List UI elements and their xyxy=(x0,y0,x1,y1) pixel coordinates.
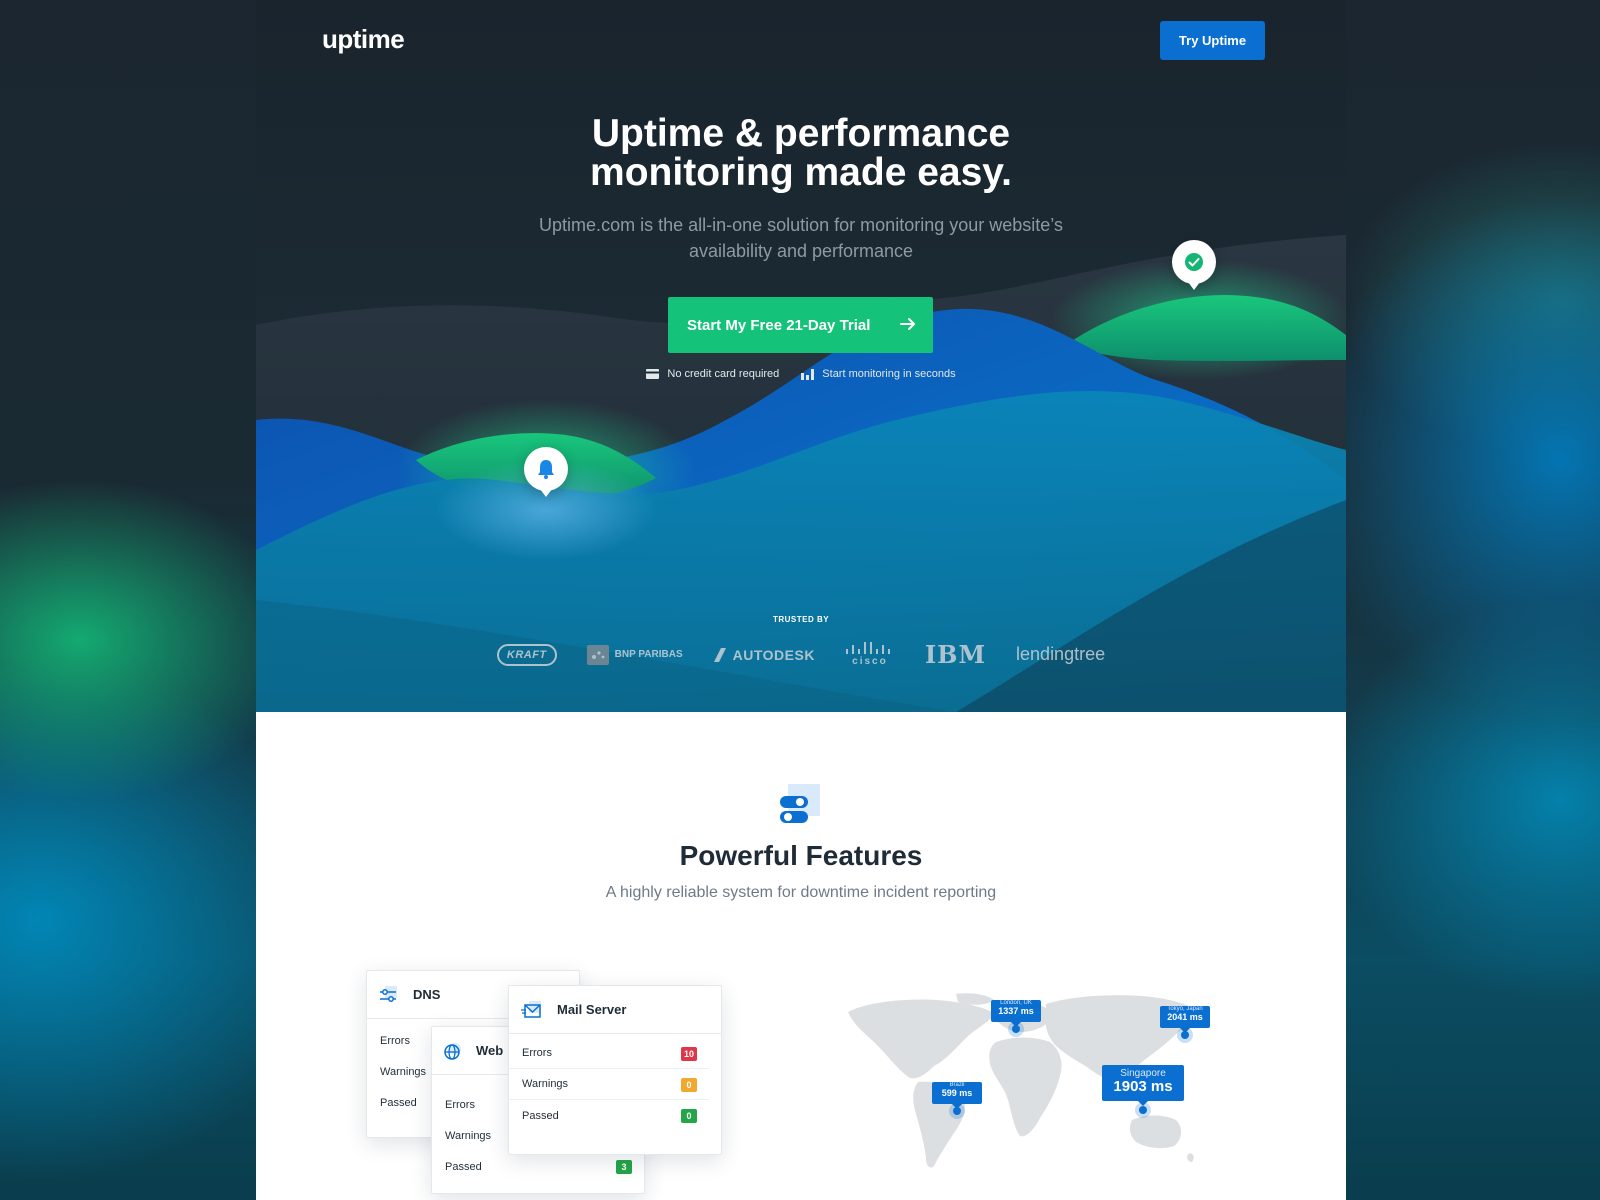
credit-card-icon xyxy=(646,369,660,379)
mail-row-passed: Passed 0 xyxy=(509,1100,709,1131)
features-subtitle: A highly reliable system for downtime in… xyxy=(605,884,997,901)
mail-row-errors-label: Errors xyxy=(522,1047,552,1059)
hero-waves-illustration xyxy=(256,235,1346,712)
hero-perks: No credit card required Start monitoring… xyxy=(256,368,1346,380)
bar-chart-icon xyxy=(801,368,815,380)
perk-label: No credit card required xyxy=(667,368,780,380)
location-dot-london xyxy=(1012,1025,1020,1033)
mail-row-passed-label: Passed xyxy=(522,1109,559,1122)
check-circle-icon xyxy=(1185,253,1203,271)
hero-headline: Uptime & performance monitoring made eas… xyxy=(256,114,1346,192)
web-passed-badge: 3 xyxy=(616,1160,632,1174)
subheadline-line-1: Uptime.com is the all-in-one solution fo… xyxy=(539,215,1063,235)
location-singapore[interactable]: Singapore 1903 ms xyxy=(1102,1065,1184,1106)
globe-icon xyxy=(444,1042,461,1060)
location-dot-tokyo xyxy=(1181,1031,1189,1039)
mail-card-title: Mail Server xyxy=(557,1002,627,1017)
kraft-logo: KRAFT xyxy=(496,643,557,666)
bell-icon xyxy=(538,460,554,479)
location-dot-brazil xyxy=(953,1107,961,1115)
mail-row-warnings-label: Warnings xyxy=(522,1078,569,1090)
start-trial-button[interactable]: Start My Free 21-Day Trial xyxy=(668,297,933,353)
landing-page: uptime Try Uptime Uptime & performance m… xyxy=(256,0,1346,1200)
lendingtree-logo: lendingtree xyxy=(1016,644,1106,664)
mail-server-card: Mail Server Errors 10 Warnings 0 Passed … xyxy=(508,985,722,1155)
web-row-passed: Passed 3 xyxy=(432,1151,644,1182)
sliders-icon xyxy=(380,985,397,1002)
perk-no-credit-card: No credit card required xyxy=(646,368,779,380)
web-row-passed-label: Passed xyxy=(445,1160,482,1173)
location-city: Brazil xyxy=(949,1082,965,1088)
mail-send-icon xyxy=(521,1000,541,1018)
perk-start-monitoring: Start monitoring in seconds xyxy=(801,368,956,380)
trusted-by-label: TRUSTED BY xyxy=(772,615,830,624)
dns-card-title: DNS xyxy=(413,987,441,1002)
autodesk-logo: AUTODESK xyxy=(713,647,815,663)
headline-line-2: monitoring made easy. xyxy=(590,151,1012,194)
cisco-logo: cisco xyxy=(845,642,895,667)
location-city: London, UK xyxy=(1000,1000,1032,1006)
location-dot-singapore xyxy=(1139,1106,1147,1114)
ibm-logo: IBM xyxy=(924,640,987,669)
uptime-logo[interactable]: uptime xyxy=(322,24,405,55)
check-pin xyxy=(1172,240,1216,290)
location-london[interactable]: London, UK 1337 ms xyxy=(991,1000,1041,1027)
headline-line-1: Uptime & performance xyxy=(591,112,1011,155)
location-latency: 1903 ms xyxy=(1113,1078,1173,1095)
world-map: London, UK 1337 ms Tokyo, Japan 2041 ms … xyxy=(846,990,1226,1190)
web-card-title: Web xyxy=(476,1043,504,1058)
mail-row-warnings: Warnings 0 xyxy=(509,1069,709,1100)
location-latency: 1337 ms xyxy=(998,1005,1034,1016)
trusted-logos: KRAFT BNP PARIBAS AUTODESK cisco IBM len… xyxy=(256,640,1346,669)
start-trial-label: Start My Free 21-Day Trial xyxy=(687,316,871,334)
bnp-star-icon xyxy=(586,644,609,665)
try-uptime-button[interactable]: Try Uptime xyxy=(1160,21,1265,60)
perk-label: Start monitoring in seconds xyxy=(822,368,956,380)
mail-row-errors: Errors 10 xyxy=(509,1038,709,1069)
hero-section: uptime Try Uptime Uptime & performance m… xyxy=(256,0,1346,712)
arrow-right-icon xyxy=(900,318,915,330)
features-title: Powerful Features xyxy=(679,840,923,871)
cisco-bars-icon xyxy=(845,642,890,654)
location-latency: 2041 ms xyxy=(1167,1011,1203,1022)
location-brazil[interactable]: Brazil 599 ms xyxy=(932,1082,982,1109)
autodesk-mark-icon xyxy=(713,647,726,662)
location-city: Tokyo, Japan xyxy=(1167,1006,1203,1012)
mail-card-rows: Errors 10 Warnings 0 Passed 0 xyxy=(509,1034,721,1131)
bnp-paribas-text: BNP PARIBAS xyxy=(614,649,683,660)
mail-card-header: Mail Server xyxy=(509,986,721,1034)
mail-errors-badge: 10 xyxy=(680,1047,697,1061)
bnp-paribas-logo: BNP PARIBAS xyxy=(586,644,683,665)
location-latency: 599 ms xyxy=(941,1087,973,1098)
mail-warnings-badge: 0 xyxy=(681,1078,697,1092)
cisco-text: cisco xyxy=(852,656,888,667)
autodesk-text: AUTODESK xyxy=(732,646,815,663)
features-toggle-icon xyxy=(780,784,820,823)
location-tokyo[interactable]: Tokyo, Japan 2041 ms xyxy=(1160,1006,1210,1033)
bell-pin xyxy=(524,447,568,497)
mail-passed-badge: 0 xyxy=(681,1109,697,1123)
location-city: Singapore xyxy=(1120,1068,1166,1079)
